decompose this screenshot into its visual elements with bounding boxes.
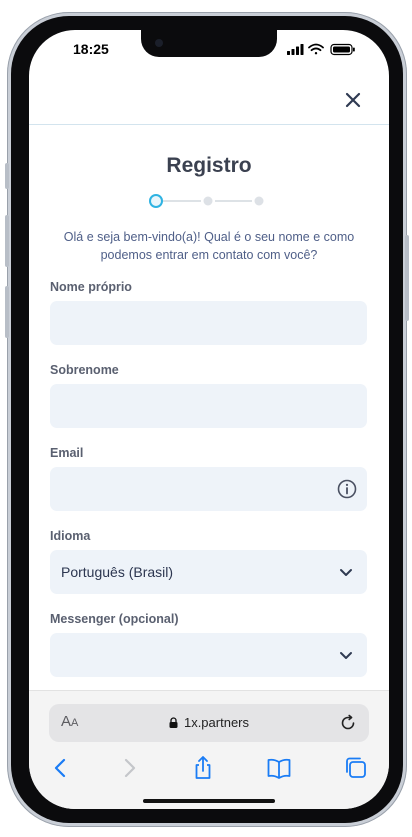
last-name-input[interactable] bbox=[50, 384, 367, 428]
home-indicator bbox=[143, 799, 275, 803]
step-indicator bbox=[149, 194, 264, 208]
lock-icon bbox=[169, 717, 178, 728]
url-display[interactable]: 1x.partners bbox=[49, 715, 369, 730]
url-text: 1x.partners bbox=[183, 715, 250, 730]
notch bbox=[141, 30, 277, 57]
camera bbox=[155, 39, 163, 47]
address-bar[interactable]: AA 1x.partners bbox=[49, 704, 369, 742]
email-label: Email bbox=[50, 446, 84, 460]
status-time: 18:25 bbox=[73, 41, 109, 57]
intro-text: Olá e seja bem-vindo(a)! Qual é o seu no… bbox=[63, 230, 355, 262]
close-icon[interactable] bbox=[341, 88, 365, 112]
wifi-icon bbox=[308, 43, 324, 55]
chevron-down-icon bbox=[340, 569, 352, 576]
page-title: Registro bbox=[166, 154, 252, 177]
tabs-icon[interactable] bbox=[343, 755, 369, 781]
battery-icon bbox=[330, 43, 355, 56]
status-icons bbox=[287, 43, 355, 56]
first-name-label: Nome próprio bbox=[50, 280, 132, 294]
step-2 bbox=[203, 196, 213, 206]
header-divider bbox=[29, 124, 389, 125]
side-button-power bbox=[405, 235, 409, 321]
step-3 bbox=[254, 196, 264, 206]
side-button-silent bbox=[5, 163, 9, 189]
chevron-down-icon bbox=[340, 652, 352, 659]
side-button-volume-up bbox=[5, 215, 9, 267]
messenger-select[interactable] bbox=[50, 633, 367, 677]
browser-nav bbox=[29, 755, 389, 781]
messenger-label: Messenger (opcional) bbox=[50, 612, 179, 626]
email-field[interactable] bbox=[50, 467, 367, 511]
forward-icon bbox=[124, 758, 136, 778]
language-select[interactable]: Português (Brasil) bbox=[50, 550, 367, 594]
back-icon[interactable] bbox=[48, 755, 74, 781]
first-name-input[interactable] bbox=[50, 301, 367, 345]
step-1-active bbox=[149, 194, 163, 208]
share-icon[interactable] bbox=[190, 755, 216, 781]
reload-icon[interactable] bbox=[339, 714, 357, 732]
signal-icon bbox=[287, 44, 304, 55]
side-button-volume-down bbox=[5, 286, 9, 338]
language-label: Idioma bbox=[50, 529, 91, 543]
language-value: Português (Brasil) bbox=[61, 564, 174, 580]
last-name-label: Sobrenome bbox=[50, 363, 119, 377]
info-icon[interactable] bbox=[336, 478, 358, 500]
screen: 18:25 Registro Olá e seja bem-vindo(a)! … bbox=[29, 30, 389, 809]
bookmarks-icon[interactable] bbox=[266, 755, 292, 781]
browser-toolbar: AA 1x.partners bbox=[29, 690, 389, 809]
